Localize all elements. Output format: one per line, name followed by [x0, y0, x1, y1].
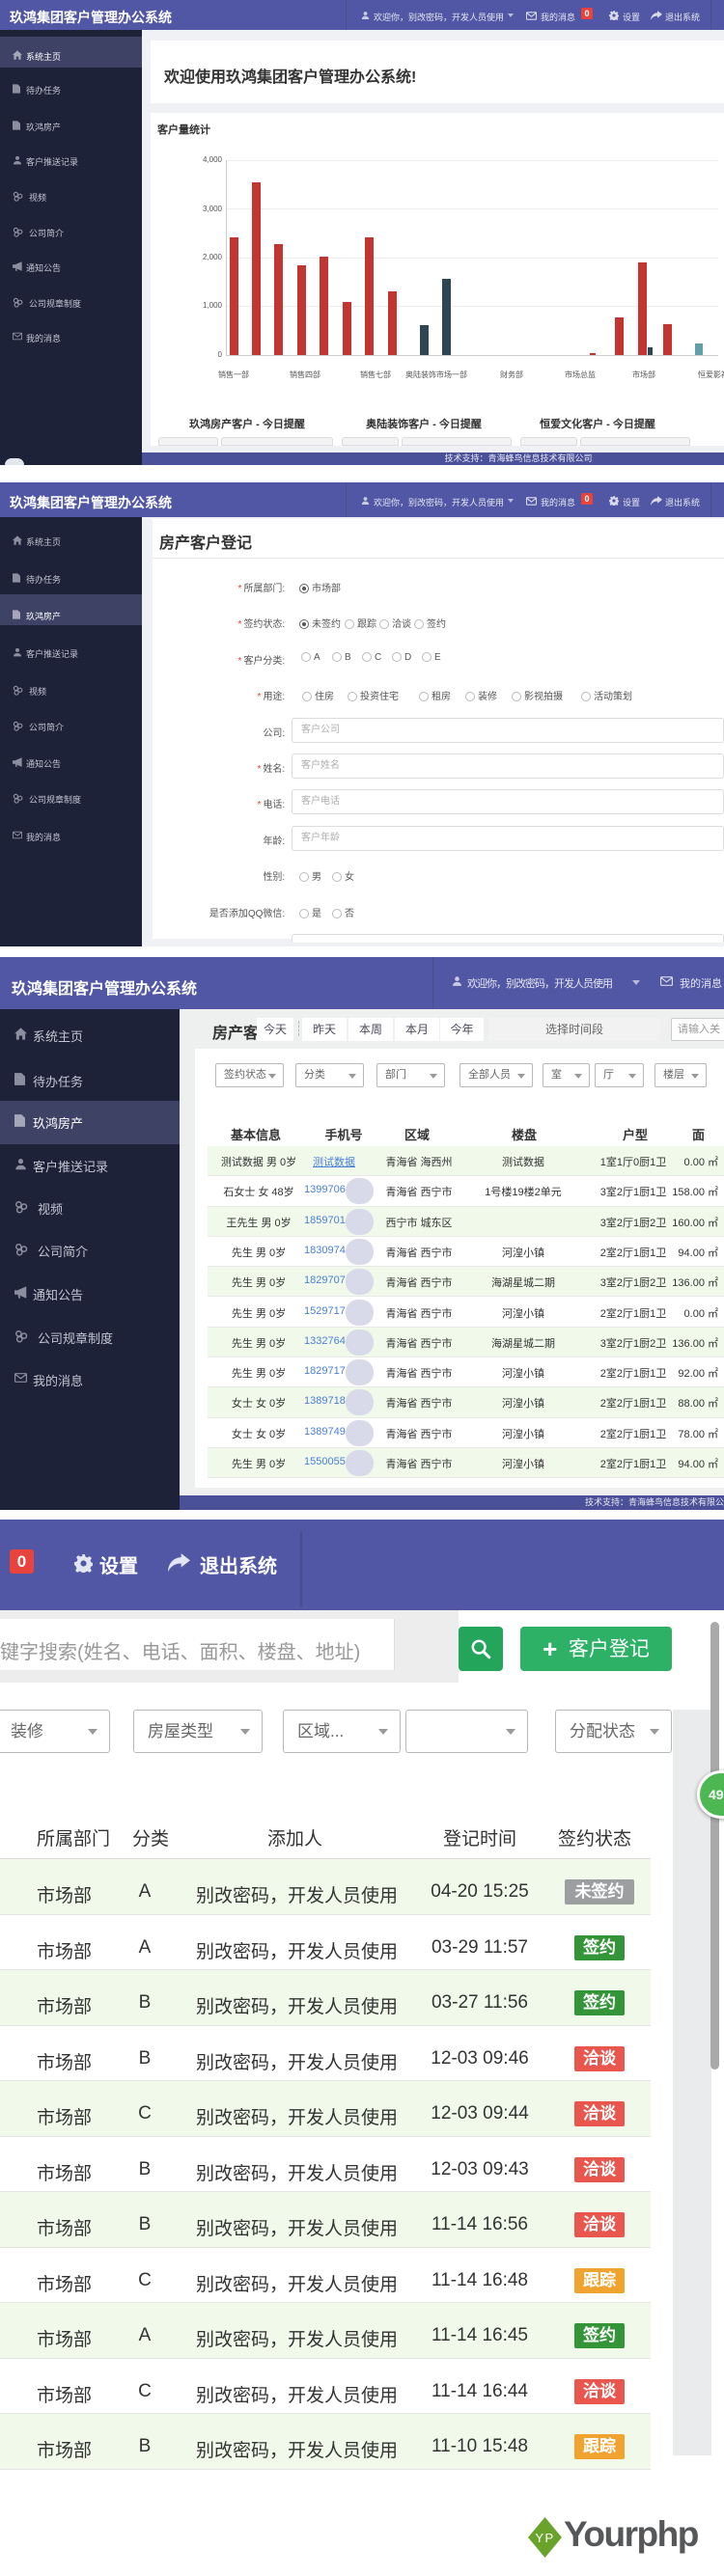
svg-text:YP: YP — [535, 2531, 554, 2545]
